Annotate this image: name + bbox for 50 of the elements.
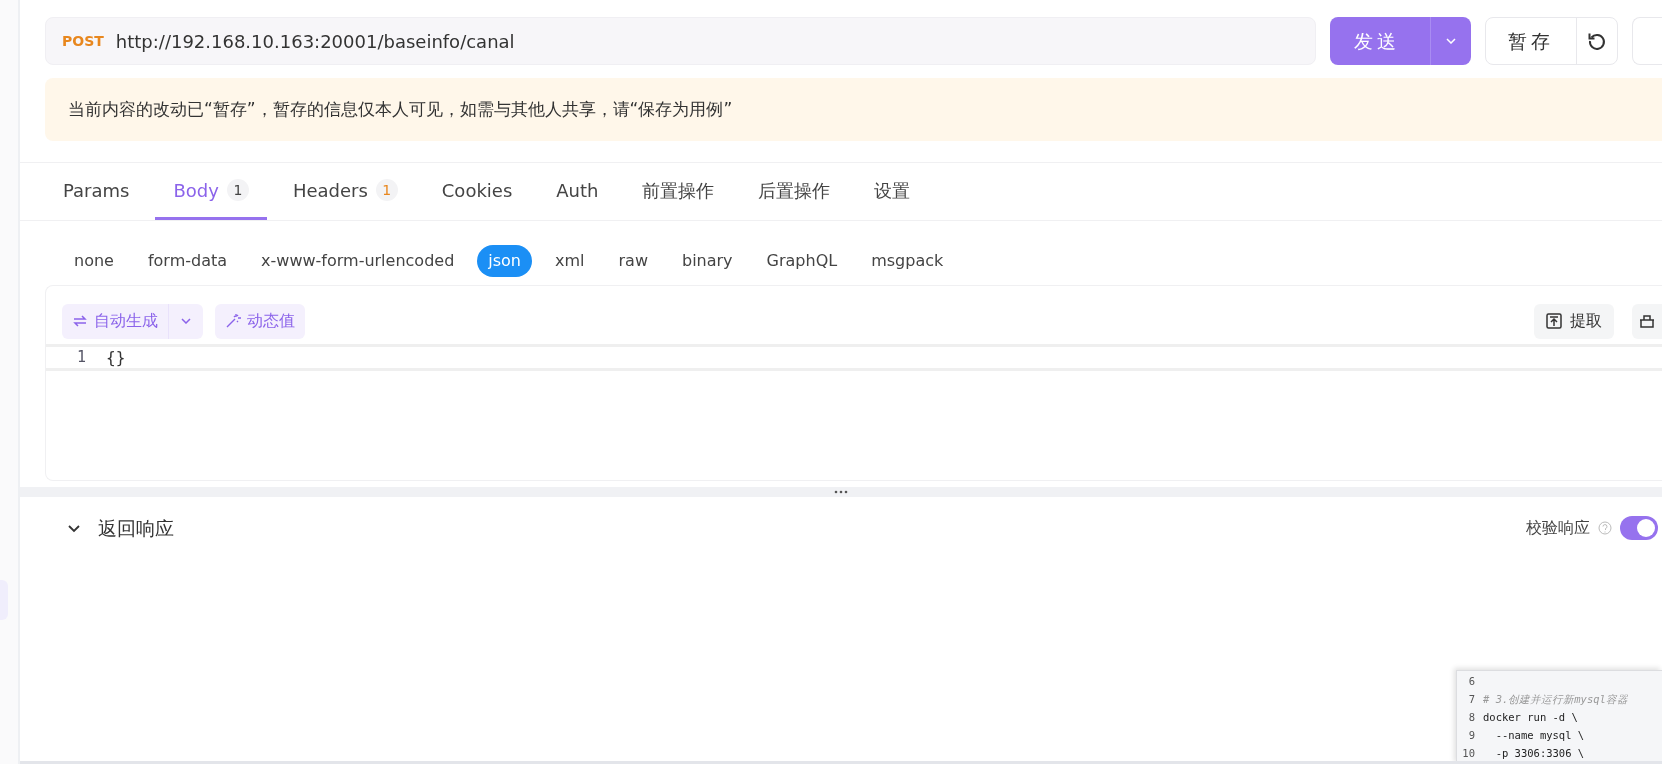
request-tab[interactable]: Headers 1 xyxy=(274,163,416,220)
upload-box-icon xyxy=(1546,313,1562,329)
line-number: 9 xyxy=(1467,728,1476,744)
drag-handle-icon xyxy=(834,490,848,494)
body-type-option[interactable]: xml xyxy=(544,245,596,277)
basket-icon xyxy=(1639,313,1655,329)
request-tab[interactable]: Cookies xyxy=(423,163,531,220)
undo-icon xyxy=(1587,31,1608,51)
body-type-option[interactable]: raw xyxy=(607,245,659,277)
code-text: docker run -d \ xyxy=(1483,710,1578,726)
url-text: http://192.168.10.163:20001/baseinfo/canal xyxy=(115,29,515,54)
code-text: --name mysql \ xyxy=(1494,728,1585,744)
request-tab[interactable]: 后置操作 xyxy=(740,163,849,220)
request-tab[interactable]: 设置 xyxy=(856,163,929,220)
validate-label: 校验响应 xyxy=(1526,517,1590,539)
request-tab[interactable]: 前置操作 xyxy=(624,163,733,220)
url-field[interactable]: POST http://192.168.10.163:20001/baseinfo/canal xyxy=(45,17,1317,65)
body-type-option[interactable]: x-www-form-urlencoded xyxy=(250,245,466,277)
dynamic-value-button[interactable]: 动态值 xyxy=(215,303,305,339)
count-badge: 1 xyxy=(375,179,398,201)
notice-text: 当前内容的改动已“暂存”，暂存的信息仅本人可见，如需与其他人共享，请“保存为用例” xyxy=(45,78,1662,141)
line-number: 7 xyxy=(1467,692,1476,708)
method-label: POST xyxy=(62,31,104,51)
clean-button[interactable] xyxy=(1632,303,1662,339)
chevron-down-icon xyxy=(68,522,80,534)
line-number: 10 xyxy=(1461,746,1476,762)
chevron-down-icon xyxy=(181,318,191,324)
request-tab[interactable]: Auth xyxy=(538,163,617,220)
line-number: 6 xyxy=(1467,674,1476,690)
count-badge: 1 xyxy=(226,179,249,201)
code-text: -p 3306:3306 \ xyxy=(1494,746,1585,762)
code-comment: # 3.创建并运行新mysql容器 xyxy=(1483,692,1628,708)
body-type-option[interactable]: none xyxy=(63,245,125,277)
collapse-toggle[interactable] xyxy=(68,522,80,534)
extract-button[interactable]: 提取 xyxy=(1534,303,1614,339)
line-number: 8 xyxy=(1467,710,1476,726)
magic-wand-icon xyxy=(225,313,241,329)
swap-arrows-icon xyxy=(72,313,88,329)
line-number: 1 xyxy=(75,347,87,369)
help-icon xyxy=(1598,521,1612,535)
body-type-option[interactable]: binary xyxy=(671,245,744,277)
validate-switch[interactable] xyxy=(1620,516,1658,540)
body-type-option[interactable]: form-data xyxy=(136,245,239,277)
request-tab[interactable]: Body 1 xyxy=(155,163,267,220)
code-text: {} xyxy=(106,346,126,369)
request-tab[interactable]: Params xyxy=(45,163,148,220)
response-title: 返回响应 xyxy=(98,515,174,541)
body-type-option[interactable]: GraphQL xyxy=(755,245,849,277)
body-type-option[interactable]: msgpack xyxy=(860,245,955,277)
chevron-down-icon xyxy=(1446,38,1457,44)
